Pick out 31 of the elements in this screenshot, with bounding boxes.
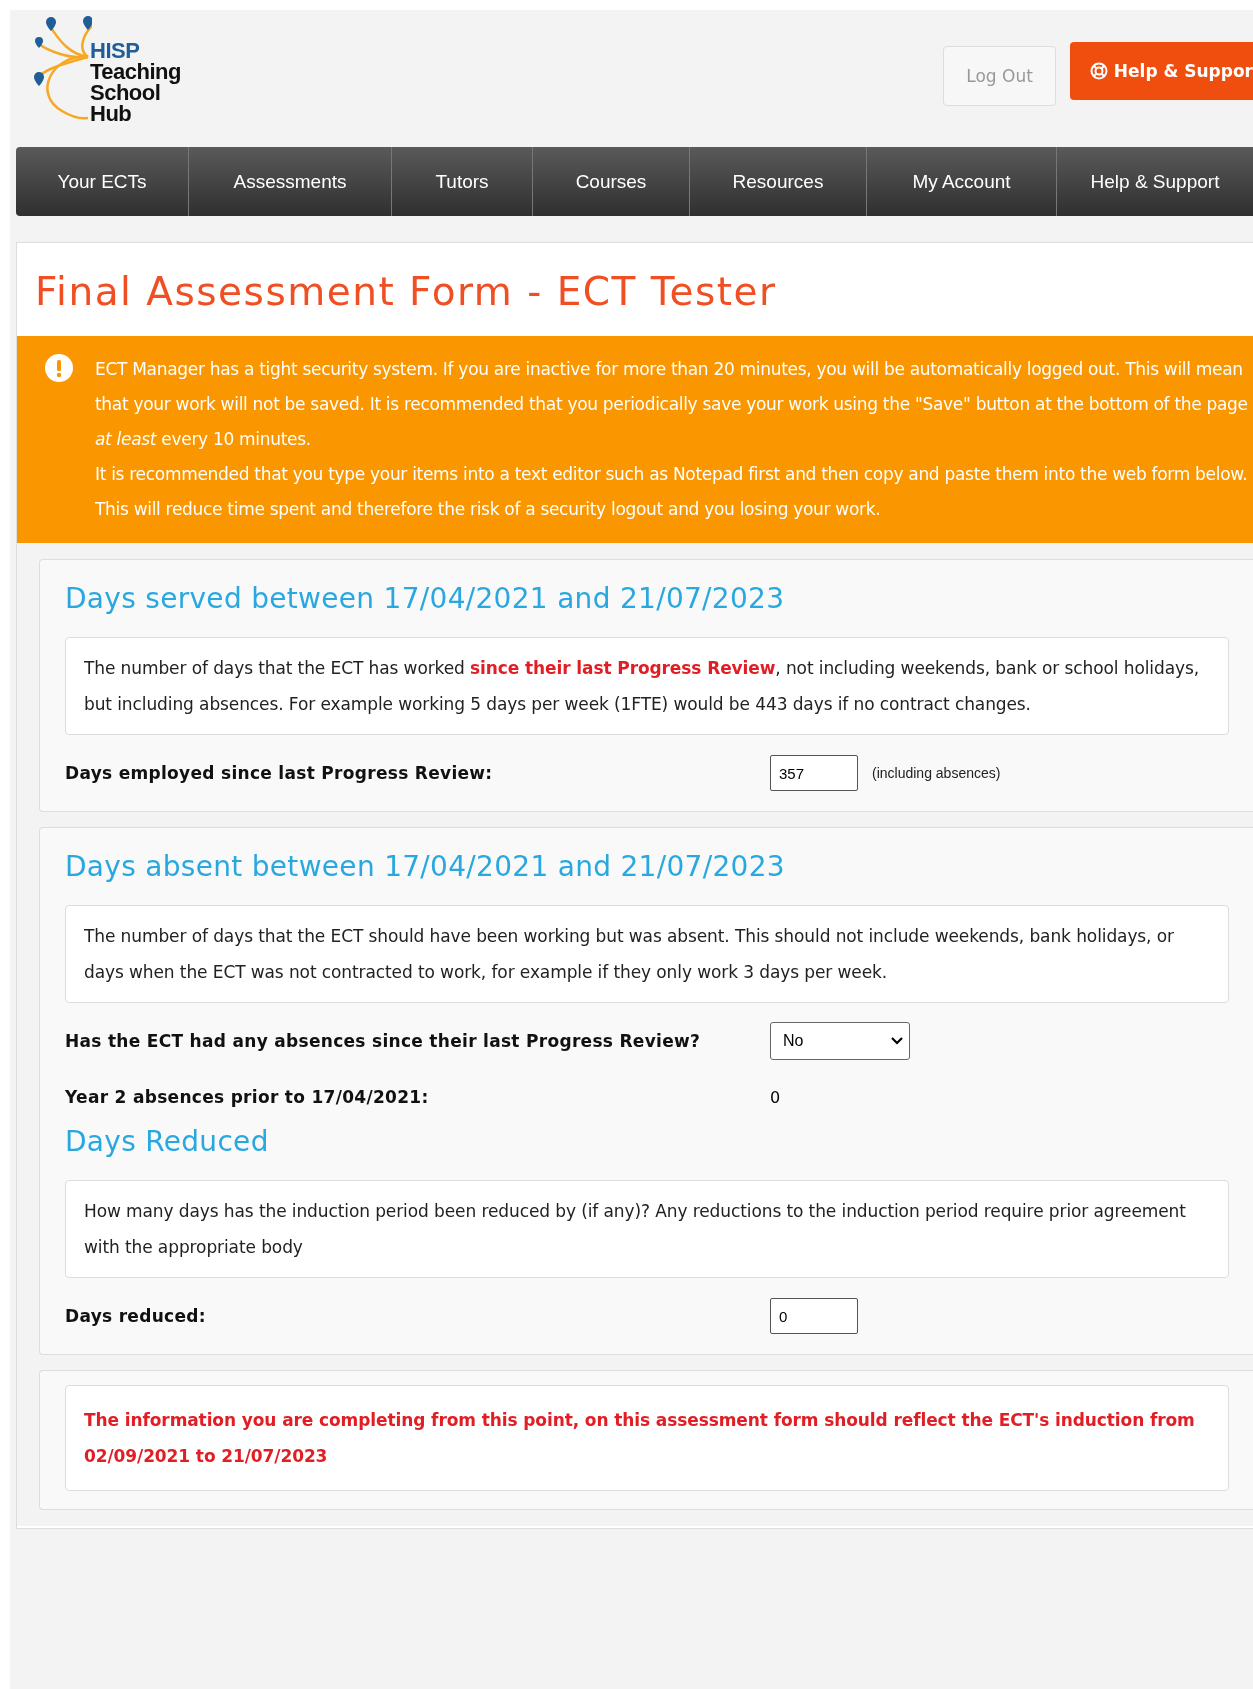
nav-link[interactable]: Your ECTs xyxy=(16,147,189,216)
chevron-icon xyxy=(891,1037,903,1045)
alert-text: ECT Manager has a tight security system. If you are inactive for more than 20 minutes, you will be automatically logged out. This will mean that your work will not be saved. It is recommended that you periodically save your work using the "Save" button at the bottom of the page at least every 10 minutes. xyxy=(95,358,1249,451)
field-value: 0 xyxy=(770,1087,781,1107)
input-field[interactable]: 0 xyxy=(770,1298,858,1334)
info-box: The number of days that the ECT has worked since their last Progress Review, not including weekends, bank or school holidays, but including absences. For example working 5 days per week (1FTE) would be 443 days if no contract changes. xyxy=(65,637,1229,735)
field-label: Has the ECT had any absences since their last Progress Review? xyxy=(65,1031,702,1051)
notice-box: The information you are completing from this point, on this assessment form should reflect the ECT's induction from 02/09/2021 to 21/07/2023 xyxy=(65,1385,1229,1491)
nav-link[interactable]: Tutors xyxy=(392,147,533,216)
field-note: (including absences) xyxy=(872,765,1001,781)
input-field[interactable]: 357 xyxy=(770,755,858,791)
dropdown[interactable]: No xyxy=(770,1022,910,1060)
nav-link[interactable]: Resources xyxy=(690,147,867,216)
nav-link[interactable]: My Account xyxy=(867,147,1057,216)
section-heading: Days served between 17/04/2021 and 21/07/2023 xyxy=(65,582,786,615)
field-label: Days employed since last Progress Review: xyxy=(65,763,494,783)
lifebuoy-icon xyxy=(1089,62,1108,80)
info-box: The number of days that the ECT should have been working but was absent. This should not include weekends, bank holidays, or days when the ECT was not contracted to work, for example if they only work 3 days per week. xyxy=(65,905,1229,1003)
page-title: Final Assessment Form - ECT Tester xyxy=(34,268,778,316)
exclamation-icon xyxy=(45,354,73,382)
field-label: Days reduced: xyxy=(65,1306,207,1326)
nav-link[interactable]: Help & Support xyxy=(1057,147,1253,216)
info-box: How many days has the induction period been reduced by (if any)? Any reductions to the induction period require prior agreement with the appropriate body xyxy=(65,1180,1229,1278)
field-label: Year 2 absences prior to 17/04/2021: xyxy=(65,1087,430,1107)
section-heading: Days Reduced xyxy=(65,1125,270,1158)
alert-text: It is recommended that you type your items into a text editor such as Notepad first and then copy and paste them into the web form below. This will reduce time spent and therefore the risk of a security logout and you losing your work. xyxy=(95,463,1249,521)
help-button[interactable]: Help & Suppor xyxy=(1069,42,1253,100)
logo-text: HISP Teaching School Hub xyxy=(90,39,181,124)
nav-link[interactable]: Assessments xyxy=(189,147,392,216)
section-heading: Days absent between 17/04/2021 and 21/07/2023 xyxy=(65,850,786,883)
nav-link[interactable]: Courses xyxy=(533,147,690,216)
